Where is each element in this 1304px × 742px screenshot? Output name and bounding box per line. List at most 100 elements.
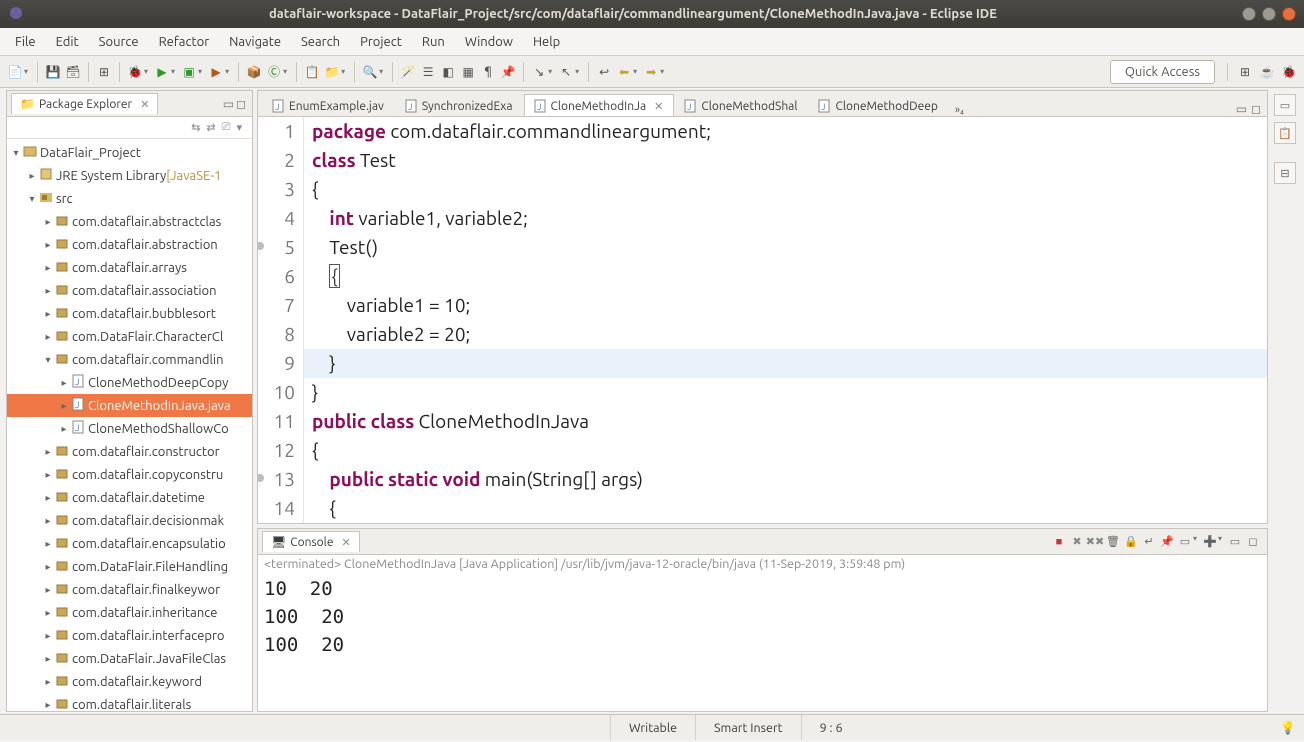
console-tab[interactable]: 🖥 Console ✕ (262, 531, 360, 552)
ext-run-icon[interactable]: ▶ (207, 63, 225, 81)
open-type-icon[interactable]: ⊞ (95, 63, 113, 81)
pin-console-icon[interactable]: 📌 (1159, 534, 1175, 550)
coverage-icon[interactable]: ▣ (180, 63, 198, 81)
scroll-lock-icon[interactable]: 🔒 (1123, 534, 1139, 550)
tree-pkg-2[interactable]: ▸com.dataflair.arrays (7, 256, 252, 279)
editor-tab-4[interactable]: JCloneMethodDeep (808, 94, 948, 116)
menu-search[interactable]: Search (292, 32, 349, 52)
minimize-view-icon[interactable]: ▭ (1227, 534, 1243, 550)
tree-pkg2-3[interactable]: ▸com.dataflair.decisionmak (7, 509, 252, 532)
more-tabs-indicator[interactable]: »₄ (955, 104, 964, 116)
window-minimize-button[interactable] (1242, 7, 1256, 21)
tree-pkg2-0[interactable]: ▸com.dataflair.constructor (7, 440, 252, 463)
run-icon[interactable]: ▶ (153, 63, 171, 81)
code-line-4[interactable]: int variable1, variable2; (304, 204, 1267, 233)
tip-bulb-icon[interactable]: 💡 (1280, 721, 1294, 735)
tree-pkg2-7[interactable]: ▸com.dataflair.inheritance (7, 601, 252, 624)
code-line-8[interactable]: variable2 = 20; (304, 320, 1267, 349)
tree-file-0[interactable]: ▸JCloneMethodDeepCopy (7, 371, 252, 394)
collapse-all-icon[interactable]: ⇆ (191, 121, 200, 134)
code-line-3[interactable]: { (304, 175, 1267, 204)
tree-pkg2-1[interactable]: ▸com.dataflair.copyconstru (7, 463, 252, 486)
link-editor-icon[interactable]: ⇄ (206, 121, 215, 134)
tree-pkg2-5[interactable]: ▸com.DataFlair.FileHandling (7, 555, 252, 578)
tree-pkg-0[interactable]: ▸com.dataflair.abstractclas (7, 210, 252, 233)
maximize-view-icon[interactable]: ◻ (1245, 534, 1261, 550)
code-line-9[interactable]: } (304, 349, 1267, 378)
code-line-13[interactable]: public static void main(String[] args) (304, 465, 1267, 494)
editor-tab-2[interactable]: JCloneMethodInJa✕ (524, 94, 675, 116)
maximize-editor-icon[interactable]: ◻ (1251, 102, 1261, 116)
tree-pkg2-8[interactable]: ▸com.dataflair.interfacepro (7, 624, 252, 647)
code-line-5[interactable]: Test() (304, 233, 1267, 262)
code-line-14[interactable]: { (304, 494, 1267, 523)
tree-file-1[interactable]: ▸JCloneMethodInJava.java (7, 394, 252, 417)
close-tab-icon[interactable]: ✕ (654, 100, 663, 113)
window-maximize-button[interactable] (1262, 7, 1276, 21)
new-class-icon[interactable]: Ⓒ (265, 63, 283, 81)
menu-window[interactable]: Window (456, 32, 522, 52)
tree-pkg-6[interactable]: ▾com.dataflair.commandlin (7, 348, 252, 371)
show-ws-icon[interactable]: ¶ (479, 63, 497, 81)
open-console-icon[interactable]: ➕ (1202, 534, 1218, 550)
menu-edit[interactable]: Edit (47, 32, 88, 52)
editor-tab-1[interactable]: JSynchronizedExa (395, 94, 524, 116)
back-icon[interactable]: ⬅ (615, 63, 633, 81)
open-task-icon[interactable]: 📋 (303, 63, 321, 81)
terminate-icon[interactable]: ■ (1051, 534, 1067, 550)
wand-icon[interactable]: 🪄 (399, 63, 417, 81)
editor-tab-0[interactable]: JEnumExample.jav (262, 94, 395, 116)
minimize-editor-icon[interactable]: ▭ (1236, 102, 1247, 116)
minimize-view-icon[interactable]: ▭ (223, 97, 234, 111)
tree-pkg-5[interactable]: ▸com.DataFlair.CharacterCl (7, 325, 252, 348)
menu-source[interactable]: Source (90, 32, 148, 52)
package-explorer-tab[interactable]: 📁 Package Explorer ✕ (11, 93, 158, 114)
tree-jre[interactable]: ▸JRE System Library [JavaSE-1 (7, 164, 252, 187)
restore-icon[interactable]: ▭ (1274, 94, 1296, 116)
maximize-view-icon[interactable]: ◻ (236, 97, 246, 111)
code-line-12[interactable]: { (304, 436, 1267, 465)
menu-project[interactable]: Project (351, 32, 411, 52)
tree-file-2[interactable]: ▸JCloneMethodShallowCo (7, 417, 252, 440)
quick-access-input[interactable]: Quick Access (1110, 60, 1215, 84)
clear-console-icon[interactable]: 🗑 (1105, 534, 1121, 550)
tree-pkg2-4[interactable]: ▸com.dataflair.encapsulatio (7, 532, 252, 555)
code-line-6[interactable]: { (304, 262, 1267, 291)
menu-refactor[interactable]: Refactor (150, 32, 219, 52)
tree-src[interactable]: ▾src (7, 187, 252, 210)
toggle-breadcrumb-icon[interactable]: ☰ (419, 63, 437, 81)
save-all-icon[interactable]: 🗃 (64, 63, 82, 81)
new-package-icon[interactable]: 📦 (245, 63, 263, 81)
code-line-10[interactable]: } (304, 378, 1267, 407)
fwd-icon[interactable]: ➡ (642, 63, 660, 81)
search-icon[interactable]: 🔍 (361, 63, 379, 81)
menu-file[interactable]: File (6, 32, 45, 52)
close-icon[interactable]: ✕ (140, 98, 149, 111)
remove-launch-icon[interactable]: ✖ (1069, 534, 1085, 550)
window-close-button[interactable] (1282, 7, 1296, 21)
code-line-2[interactable]: class Test (304, 146, 1267, 175)
word-wrap-icon[interactable]: ↵ (1141, 534, 1157, 550)
view-menu-icon[interactable]: ▾ (236, 121, 242, 134)
tree-pkg2-9[interactable]: ▸com.DataFlair.JavaFileClas (7, 647, 252, 670)
code-line-1[interactable]: package com.dataflair.commandlineargumen… (304, 117, 1267, 146)
save-icon[interactable]: 💾 (44, 63, 62, 81)
java-perspective-icon[interactable]: ☕ (1258, 63, 1276, 81)
tree-pkg-4[interactable]: ▸com.dataflair.bubblesort (7, 302, 252, 325)
tree-pkg-1[interactable]: ▸com.dataflair.abstraction (7, 233, 252, 256)
menu-run[interactable]: Run (413, 32, 454, 52)
code-line-7[interactable]: variable1 = 10; (304, 291, 1267, 320)
open-perspective-icon[interactable]: ⊞ (1236, 63, 1254, 81)
project-tree[interactable]: ▾DataFlair_Project▸JRE System Library [J… (7, 139, 252, 711)
menu-help[interactable]: Help (524, 32, 569, 52)
folder-icon[interactable]: 📁 (323, 63, 341, 81)
task-list-icon[interactable]: 📋 (1274, 122, 1296, 144)
tree-pkg2-10[interactable]: ▸com.dataflair.keyword (7, 670, 252, 693)
editor-tab-3[interactable]: JCloneMethodShal (674, 94, 808, 116)
mark-occur-icon[interactable]: ◧ (439, 63, 457, 81)
debug-perspective-icon[interactable]: 🐞 (1280, 63, 1298, 81)
tree-project[interactable]: ▾DataFlair_Project (7, 141, 252, 164)
tree-pkg2-2[interactable]: ▸com.dataflair.datetime (7, 486, 252, 509)
filter-icon[interactable]: ⎚ (222, 121, 231, 134)
close-icon[interactable]: ✕ (341, 536, 350, 549)
